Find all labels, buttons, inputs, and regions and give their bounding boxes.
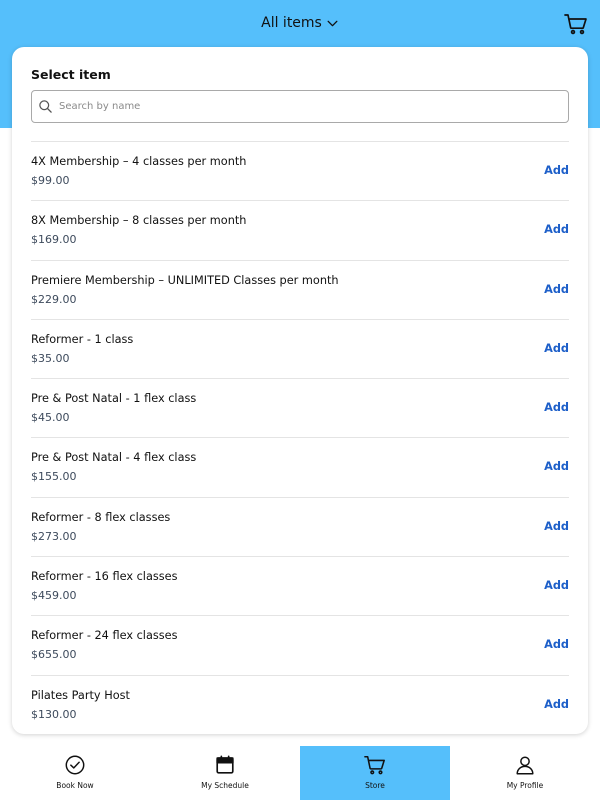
list-item: Pre & Post Natal - 1 flex class $45.00 A… [31,378,569,437]
bottom-tab-bar: Book Now My Schedule Store My Profile [0,746,600,800]
item-price: $155.00 [31,470,77,484]
add-button[interactable]: Add [544,223,569,236]
add-button[interactable]: Add [544,520,569,533]
add-button[interactable]: Add [544,698,569,711]
add-button[interactable]: Add [544,401,569,414]
list-item: Reformer - 24 flex classes $655.00 Add [31,615,569,674]
list-item: 4X Membership – 4 classes per month $99.… [31,141,569,200]
cart-icon [364,755,385,775]
item-name: Pre & Post Natal - 1 flex class [31,392,197,406]
tab-book-now[interactable]: Book Now [0,746,150,800]
category-dropdown[interactable]: All items [261,15,339,31]
tab-label: Book Now [56,781,94,790]
list-item: Premiere Membership – UNLIMITED Classes … [31,259,569,319]
tab-store[interactable]: Store [300,746,450,800]
item-name: 4X Membership – 4 classes per month [31,155,247,168]
add-button[interactable]: Add [544,460,569,473]
item-price: $655.00 [31,648,77,662]
add-button[interactable]: Add [544,283,569,296]
header: All items [0,0,600,46]
item-price: $130.00 [31,707,77,721]
list-item: Reformer - 16 flex classes $459.00 Add [31,556,569,615]
chevron-down-icon [327,20,338,26]
item-name: Reformer - 1 class [31,332,134,346]
tab-label: Store [365,781,385,790]
calendar-icon [216,755,234,774]
search-icon [39,100,52,113]
item-list: 4X Membership – 4 classes per month $99.… [31,141,569,734]
item-name: Reformer - 24 flex classes [31,629,178,643]
list-item: Reformer - 8 flex classes $273.00 Add [31,496,569,556]
category-dropdown-label: All items [261,15,322,31]
list-item: Pre & Post Natal - 4 flex class $155.00 … [31,437,569,496]
item-name: 8X Membership – 8 classes per month [31,214,247,228]
tab-my-profile[interactable]: My Profile [450,746,600,800]
add-button[interactable]: Add [544,164,569,177]
item-name: Pilates Party Host [31,688,130,702]
item-name: Reformer - 8 flex classes [31,510,171,524]
tab-label: My Schedule [201,781,249,790]
tab-label: My Profile [506,781,544,790]
user-icon [516,756,534,775]
item-name: Reformer - 16 flex classes [31,570,178,584]
item-price: $45.00 [31,411,70,425]
add-button[interactable]: Add [544,342,569,355]
list-item: 8X Membership – 8 classes per month $169… [31,200,569,259]
check-circle-icon [65,755,85,775]
item-name: Pre & Post Natal - 4 flex class [31,451,197,465]
cart-button[interactable] [564,12,588,36]
item-price: $459.00 [31,589,77,603]
item-price: $229.00 [31,292,77,306]
search-field[interactable] [31,90,569,123]
item-price: $99.00 [31,174,70,187]
tab-my-schedule[interactable]: My Schedule [150,746,300,800]
item-price: $35.00 [31,351,70,365]
list-item: Pilates Party Host $130.00 Add [31,674,569,734]
item-price: $273.00 [31,529,77,543]
add-button[interactable]: Add [544,579,569,592]
search-input[interactable] [59,101,559,112]
cart-icon [564,14,587,35]
add-button[interactable]: Add [544,638,569,651]
panel-title: Select item [31,67,111,82]
select-item-panel: Select item 4X Membership – 4 classes pe… [12,47,588,734]
item-price: $169.00 [31,233,77,247]
item-name: Premiere Membership – UNLIMITED Classes … [31,273,339,287]
list-item: Reformer - 1 class $35.00 Add [31,318,569,378]
